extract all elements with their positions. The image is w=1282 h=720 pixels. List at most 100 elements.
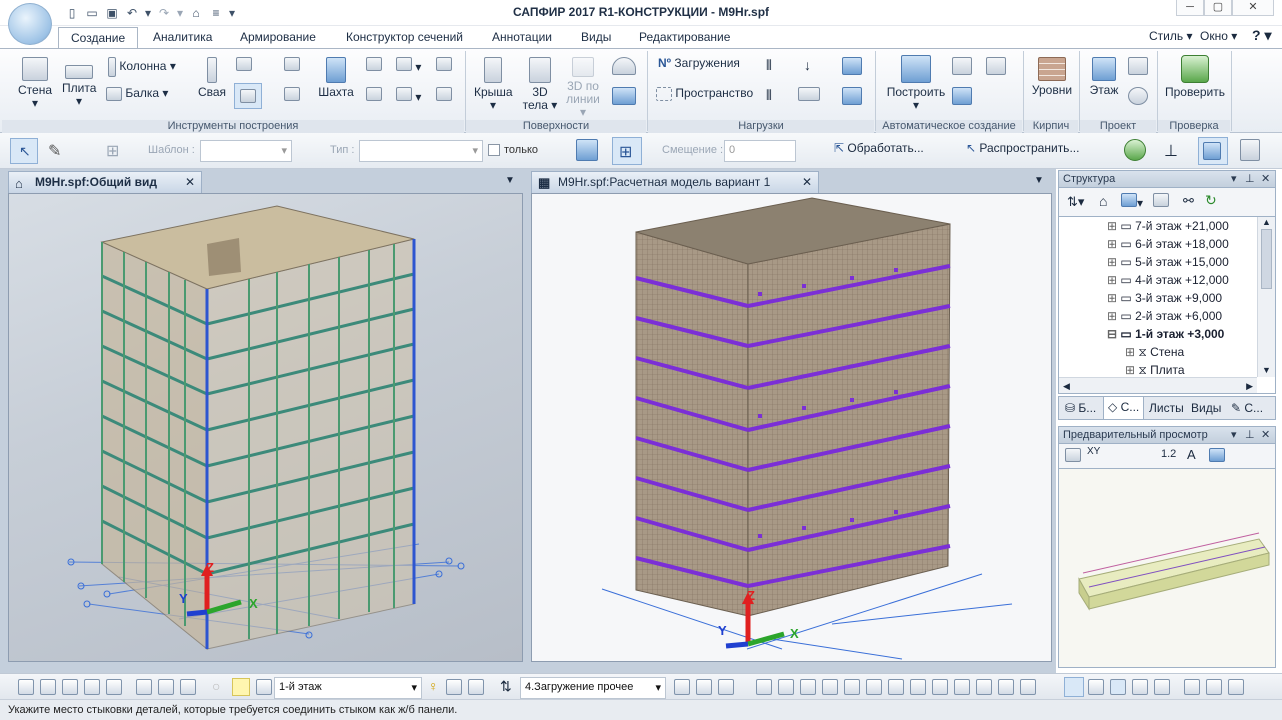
visibility-6-icon[interactable] bbox=[910, 679, 926, 695]
visibility-11-icon[interactable] bbox=[1020, 679, 1036, 695]
loadings-button[interactable]: Nº Загружения bbox=[658, 57, 740, 70]
door-icon[interactable] bbox=[366, 57, 382, 74]
visibility-7-icon[interactable] bbox=[932, 679, 948, 695]
select-tool-2-icon[interactable] bbox=[696, 679, 712, 695]
tree-expander-icon[interactable]: ⊞ bbox=[1107, 255, 1120, 269]
roof-button[interactable]: Крыша ▾ bbox=[474, 57, 513, 112]
display-2-icon[interactable] bbox=[158, 679, 174, 695]
tree-expander-icon[interactable]: ⊞ bbox=[1125, 363, 1138, 377]
column-button[interactable]: Колонна ▾ bbox=[108, 57, 176, 77]
refresh-icon[interactable]: ↻ bbox=[1205, 192, 1217, 209]
tab-analytics[interactable]: Аналитика bbox=[141, 27, 224, 48]
tab-annotations[interactable]: Аннотации bbox=[480, 27, 564, 48]
storey-view-button[interactable] bbox=[1198, 137, 1228, 165]
view-list-dropdown-icon[interactable]: ▼ bbox=[1034, 175, 1044, 186]
filter-icon[interactable] bbox=[1153, 193, 1169, 210]
add-element-icon[interactable]: ⊞ bbox=[106, 141, 119, 161]
tab-create[interactable]: Создание bbox=[58, 27, 139, 48]
select-tool-3-icon[interactable] bbox=[718, 679, 734, 695]
pin-icon[interactable]: ⊥ bbox=[1245, 427, 1255, 443]
visibility-9-icon[interactable] bbox=[976, 679, 992, 695]
tree-vertical-scrollbar[interactable]: ▲ ▼ bbox=[1257, 217, 1275, 377]
line-load-icon[interactable]: ⫴ bbox=[766, 87, 772, 104]
house-icon[interactable] bbox=[1128, 57, 1148, 78]
sort-icon[interactable]: ⇅▾ bbox=[1067, 194, 1084, 210]
opening-tool-button[interactable] bbox=[234, 83, 262, 109]
minimize-button[interactable]: ─ bbox=[1176, 0, 1204, 16]
preview-dim-icon[interactable]: 1.2 bbox=[1161, 448, 1176, 460]
line-tool-icon[interactable]: ▾ bbox=[396, 57, 421, 74]
tree-expander-icon[interactable]: ⊞ bbox=[1107, 291, 1120, 305]
view-list-dropdown-icon[interactable]: ▼ bbox=[505, 175, 515, 186]
view-tab-general[interactable]: ⌂ М9Нr.spf:Общий вид ✕ bbox=[8, 171, 202, 193]
wall-button[interactable]: Стена ▾ bbox=[18, 57, 52, 110]
tree-item[interactable]: ⊞ ▭ 5-й этаж +15,000 bbox=[1059, 253, 1275, 271]
panel-dropdown-icon[interactable]: ▾ bbox=[1231, 171, 1237, 187]
display-3-icon[interactable] bbox=[180, 679, 196, 695]
snap-2-icon[interactable] bbox=[1110, 679, 1126, 695]
auto-mesh-icon[interactable] bbox=[952, 57, 972, 78]
calc-model-viewport[interactable]: Z Y X bbox=[531, 193, 1052, 662]
levels-button[interactable]: Уровни bbox=[1028, 57, 1076, 97]
dome-icon[interactable] bbox=[612, 57, 636, 78]
pencil-tool-icon[interactable] bbox=[436, 57, 452, 74]
view-mode-4-icon[interactable] bbox=[84, 679, 100, 695]
panel-icon[interactable] bbox=[1240, 139, 1260, 164]
find-icon[interactable]: ⚯ bbox=[1183, 193, 1194, 209]
view-mode-5-icon[interactable] bbox=[106, 679, 122, 695]
load-tool-2-icon[interactable] bbox=[468, 679, 484, 695]
beam-button[interactable]: Балка ▾ bbox=[106, 87, 168, 101]
tree-item[interactable]: ⊞ ▭ 6-й этаж +18,000 bbox=[1059, 235, 1275, 253]
app-logo-icon[interactable] bbox=[8, 3, 52, 45]
filter-tool-2-icon[interactable] bbox=[778, 679, 794, 695]
select-pointer-button[interactable]: ↖ bbox=[10, 138, 38, 164]
preview-image-icon[interactable] bbox=[1209, 448, 1225, 465]
snap-4-icon[interactable] bbox=[1154, 679, 1170, 695]
home-icon[interactable]: ⌂ bbox=[1099, 193, 1107, 209]
load-number-icon[interactable]: ⇅ bbox=[500, 678, 512, 695]
build-button[interactable]: Построить ▾ bbox=[886, 55, 946, 112]
auto-layers-icon[interactable] bbox=[952, 87, 972, 108]
tree-item[interactable]: ⊞ ▭ 2-й этаж +6,000 bbox=[1059, 307, 1275, 325]
preview-xy-icon[interactable]: XY bbox=[1087, 446, 1100, 457]
bodies-3d-button[interactable]: 3D тела ▾ bbox=[520, 57, 560, 112]
tab-structure-b[interactable]: ⛁ Б... bbox=[1065, 401, 1096, 415]
tree-item[interactable]: ⊟ ▭ 1-й этаж +3,000 bbox=[1059, 325, 1275, 343]
offset-input[interactable]: 0 bbox=[724, 140, 796, 162]
wrench-settings-icon[interactable] bbox=[1124, 139, 1146, 164]
style-menu[interactable]: Стиль ▾ bbox=[1149, 29, 1192, 43]
pile-button[interactable]: Свая bbox=[196, 57, 228, 99]
line-3d-button[interactable]: 3D по линии ▾ bbox=[562, 57, 604, 119]
tree-item[interactable]: ⊞ ⧖ Стена bbox=[1059, 343, 1275, 361]
misc-2-icon[interactable] bbox=[1206, 679, 1222, 695]
snap-3-icon[interactable] bbox=[1132, 679, 1148, 695]
tree-expander-icon[interactable]: ⊞ bbox=[1107, 237, 1120, 251]
tree-item[interactable]: ⊞ ▭ 7-й этаж +21,000 bbox=[1059, 217, 1275, 235]
load-plane-icon[interactable] bbox=[842, 57, 862, 78]
window-menu[interactable]: Окно ▾ bbox=[1200, 29, 1237, 43]
view-mode-3-icon[interactable] bbox=[62, 679, 78, 695]
preview-text-icon[interactable]: A bbox=[1187, 447, 1196, 462]
select-tool-1-icon[interactable] bbox=[674, 679, 690, 695]
tree-expander-icon[interactable]: ⊞ bbox=[1107, 219, 1120, 233]
grid-tool-icon[interactable]: ▾ bbox=[396, 87, 421, 104]
filter-tool-1-icon[interactable] bbox=[756, 679, 772, 695]
visibility-10-icon[interactable] bbox=[998, 679, 1014, 695]
general-view-viewport[interactable]: Z Y X bbox=[8, 193, 523, 662]
floor-layers-icon[interactable] bbox=[256, 679, 272, 698]
spread-button[interactable]: ↖ Распространить... bbox=[966, 141, 1079, 155]
view-mode-1-icon[interactable] bbox=[18, 679, 34, 695]
panel-close-icon[interactable]: ✕ bbox=[1261, 171, 1270, 187]
maximize-button[interactable]: ▢ bbox=[1204, 0, 1232, 16]
floor-button[interactable]: Этаж bbox=[1084, 57, 1124, 97]
snap-1-icon[interactable] bbox=[1088, 679, 1104, 695]
load-tool-1-icon[interactable] bbox=[446, 679, 462, 695]
display-1-icon[interactable] bbox=[136, 679, 152, 695]
auto-frame-icon[interactable] bbox=[986, 57, 1006, 78]
level-line-icon[interactable]: ⊥ bbox=[1164, 141, 1178, 161]
tree-expander-icon[interactable]: ⊞ bbox=[1107, 273, 1120, 287]
visibility-8-icon[interactable] bbox=[954, 679, 970, 695]
tab-sheets[interactable]: Листы bbox=[1149, 401, 1184, 415]
ramp-icon[interactable] bbox=[284, 87, 300, 104]
close-tab-icon[interactable]: ✕ bbox=[802, 172, 812, 192]
